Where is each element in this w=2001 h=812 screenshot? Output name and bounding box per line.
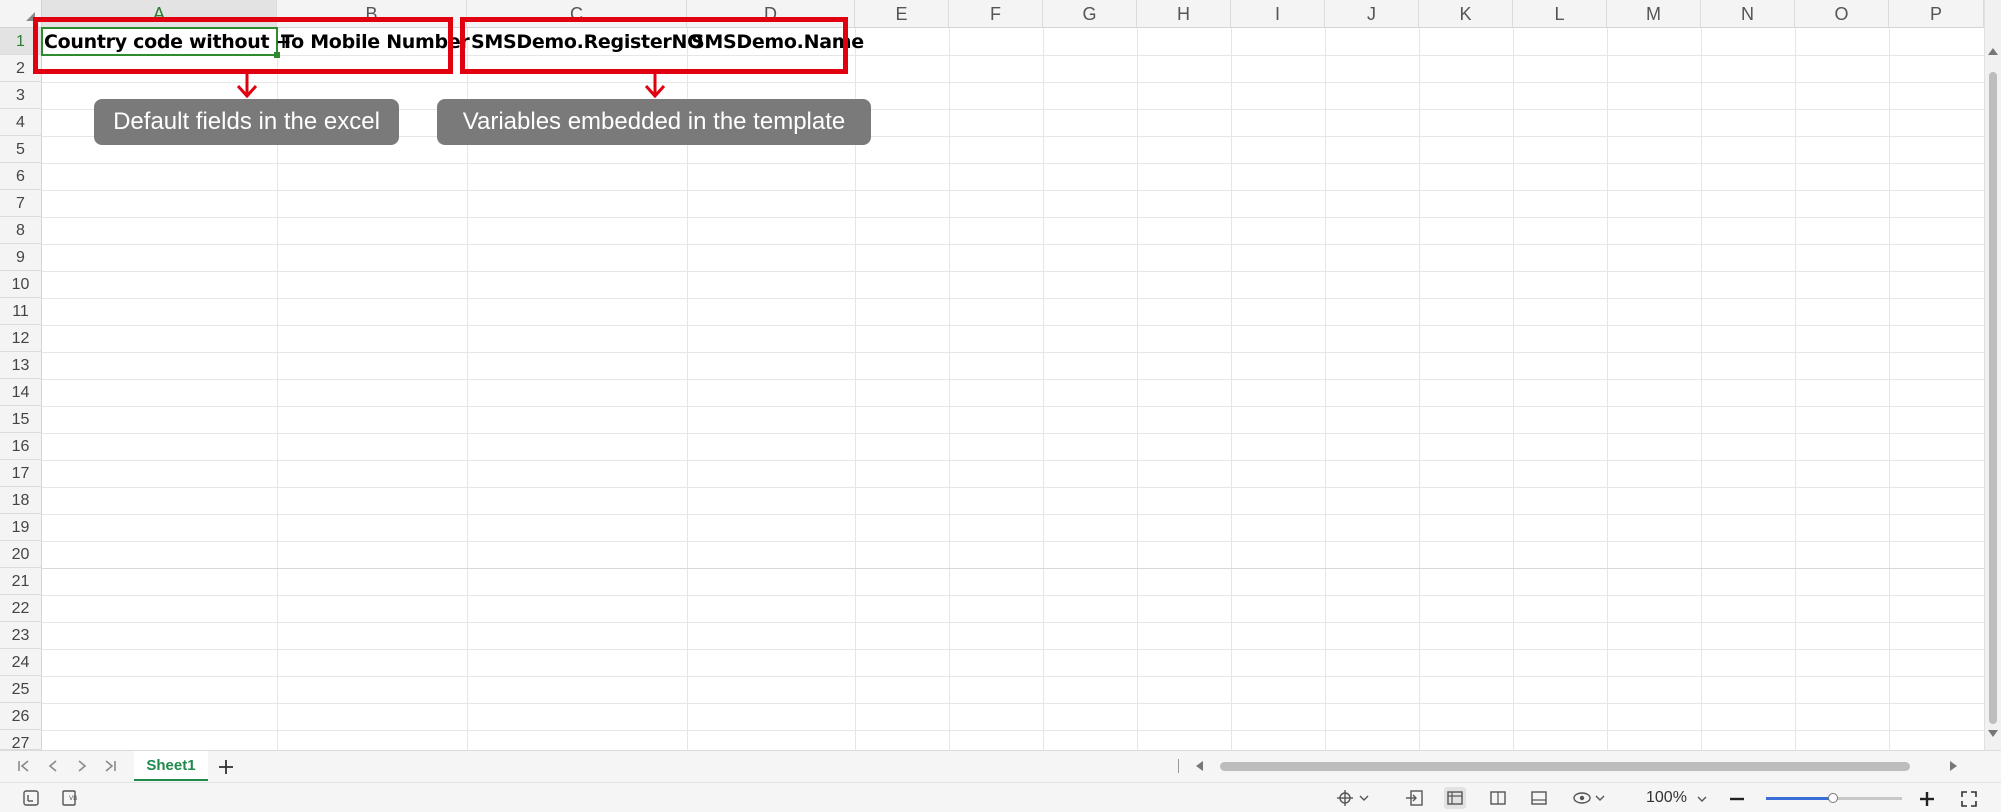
row-header-8[interactable]: 8 (0, 217, 42, 244)
macro-record-icon[interactable] (20, 787, 42, 809)
vba-icon[interactable]: VB (60, 787, 82, 809)
default-fields-highlight (33, 17, 453, 74)
row-header-10[interactable]: 10 (0, 271, 42, 298)
last-sheet-icon[interactable] (102, 759, 118, 773)
sheet-tab-sheet1[interactable]: Sheet1 (134, 751, 208, 781)
column-header-m[interactable]: M (1607, 0, 1701, 28)
row-header-4[interactable]: 4 (0, 109, 42, 136)
spreadsheet-grid[interactable]: A B C D E F G H I J K L M N O P 1 2 3 4 … (0, 0, 1984, 750)
row-header-22[interactable]: 22 (0, 595, 42, 622)
horizontal-scroll-thumb[interactable] (1220, 762, 1910, 771)
row-header-13[interactable]: 13 (0, 352, 42, 379)
template-variables-callout: Variables embedded in the template (437, 99, 871, 145)
page-break-view-icon[interactable] (1487, 787, 1509, 809)
column-header-n[interactable]: N (1701, 0, 1795, 28)
eye-protection-icon[interactable] (1570, 787, 1610, 809)
row-header-9[interactable]: 9 (0, 244, 42, 271)
status-bar: VB 100% (0, 782, 2001, 812)
plus-icon[interactable] (218, 759, 234, 775)
page-layout-view-icon[interactable] (1528, 787, 1550, 809)
next-sheet-icon[interactable] (75, 759, 89, 773)
scroll-up-icon[interactable] (1988, 48, 1998, 55)
row-header-12[interactable]: 12 (0, 325, 42, 352)
row-header-16[interactable]: 16 (0, 433, 42, 460)
row-header-18[interactable]: 18 (0, 487, 42, 514)
row-header-5[interactable]: 5 (0, 136, 42, 163)
reading-mode-icon[interactable] (1404, 787, 1426, 809)
horizontal-scrollbar[interactable] (1178, 759, 1978, 773)
column-header-f[interactable]: F (949, 0, 1043, 28)
sheet-tab-bar: Sheet1 (0, 750, 2001, 782)
row-header-21[interactable]: 21 (0, 568, 42, 595)
row-header-14[interactable]: 14 (0, 379, 42, 406)
zoom-slider[interactable] (1766, 793, 1902, 803)
row-header-7[interactable]: 7 (0, 190, 42, 217)
column-header-p[interactable]: P (1889, 0, 1984, 28)
column-header-e[interactable]: E (855, 0, 949, 28)
row-header-25[interactable]: 25 (0, 676, 42, 703)
zoom-slider-handle[interactable] (1828, 793, 1838, 803)
column-header-j[interactable]: J (1325, 0, 1419, 28)
vertical-scrollbar[interactable] (1984, 0, 2001, 750)
row-header-15[interactable]: 15 (0, 406, 42, 433)
arrow-down-icon (236, 74, 258, 99)
row-header-27[interactable]: 27 (0, 730, 42, 750)
row-header-3[interactable]: 3 (0, 82, 42, 109)
default-fields-callout: Default fields in the excel (94, 99, 399, 145)
row-header-19[interactable]: 19 (0, 514, 42, 541)
scroll-right-icon[interactable] (1950, 761, 1957, 771)
column-header-o[interactable]: O (1795, 0, 1889, 28)
column-header-k[interactable]: K (1419, 0, 1513, 28)
column-header-g[interactable]: G (1043, 0, 1137, 28)
row-header-20[interactable]: 20 (0, 541, 42, 568)
zoom-level[interactable]: 100% (1646, 789, 1687, 807)
row-header-23[interactable]: 23 (0, 622, 42, 649)
column-header-h[interactable]: H (1137, 0, 1231, 28)
prev-sheet-icon[interactable] (46, 759, 60, 773)
zoom-out-icon[interactable] (1728, 791, 1746, 807)
row-header-11[interactable]: 11 (0, 298, 42, 325)
template-variables-highlight (460, 17, 848, 74)
arrow-down-icon (644, 74, 666, 99)
fullscreen-icon[interactable] (1960, 790, 1978, 808)
row-header-17[interactable]: 17 (0, 460, 42, 487)
freeze-panes-icon[interactable] (1334, 787, 1374, 809)
row-header-26[interactable]: 26 (0, 703, 42, 730)
row-header-24[interactable]: 24 (0, 649, 42, 676)
zoom-in-icon[interactable] (1918, 790, 1936, 808)
scroll-left-icon[interactable] (1196, 761, 1203, 771)
row-header-6[interactable]: 6 (0, 163, 42, 190)
chevron-down-icon[interactable] (1696, 795, 1708, 803)
vertical-scroll-thumb[interactable] (1989, 72, 1997, 724)
scroll-down-icon[interactable] (1988, 730, 1998, 737)
svg-text:VB: VB (69, 795, 77, 802)
normal-view-icon[interactable] (1444, 787, 1466, 809)
column-header-l[interactable]: L (1513, 0, 1607, 28)
first-sheet-icon[interactable] (16, 759, 32, 773)
column-header-i[interactable]: I (1231, 0, 1325, 28)
